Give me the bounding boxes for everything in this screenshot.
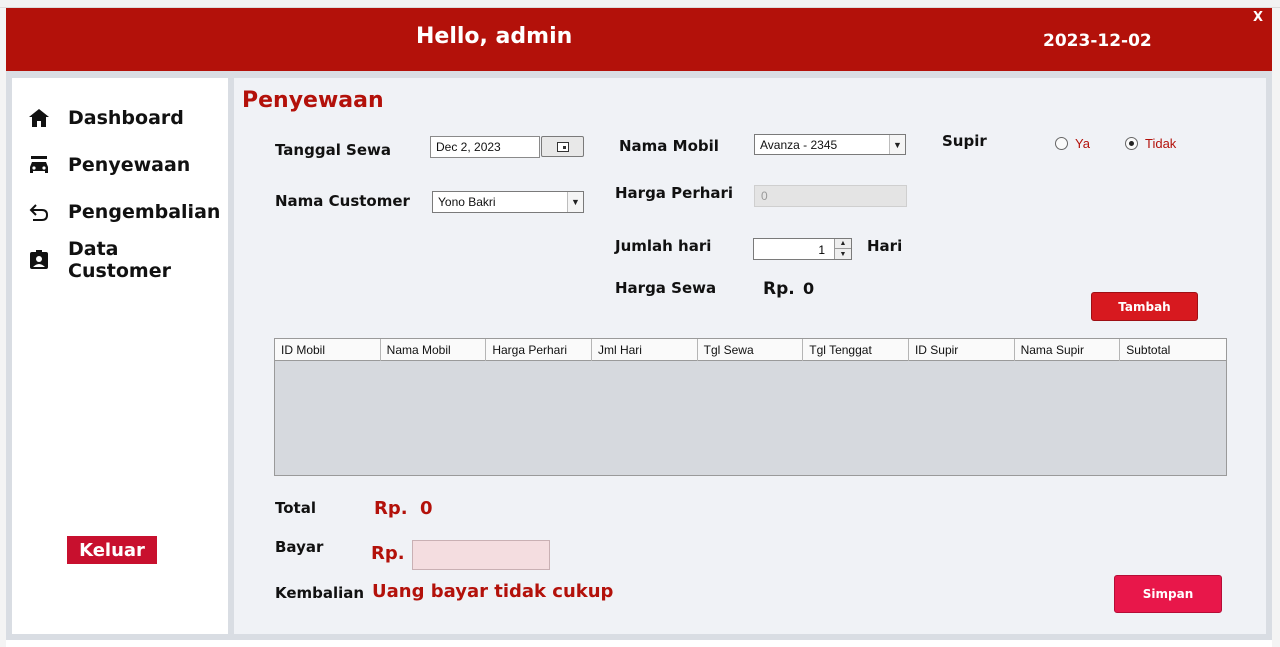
calendar-icon — [556, 137, 569, 156]
column-header-nama-supir[interactable]: Nama Supir — [1015, 339, 1121, 361]
column-header-id-supir[interactable]: ID Supir — [909, 339, 1015, 361]
logout-button[interactable]: Keluar — [67, 536, 157, 564]
current-date: 2023-12-02 — [1043, 31, 1152, 51]
home-icon — [26, 105, 52, 131]
column-header-subtotal[interactable]: Subtotal — [1120, 339, 1226, 361]
kembalian-label: Kembalian — [275, 584, 365, 602]
nama-mobil-label: Nama Mobil — [619, 137, 719, 155]
sidebar-item-label: Dashboard — [68, 107, 184, 129]
harga-sewa-label: Harga Sewa — [615, 279, 717, 297]
harga-perhari-label: Harga Perhari — [615, 184, 734, 202]
hari-unit-label: Hari — [867, 237, 903, 255]
spinner-up-icon[interactable]: ▲ — [835, 239, 851, 249]
nama-customer-select[interactable]: Yono Bakri ▼ — [432, 191, 584, 213]
page-title: Penyewaan — [242, 88, 384, 113]
nama-customer-value: Yono Bakri — [438, 195, 496, 209]
rental-app-window: Hello, admin 2023-12-02 X Dashboard Peny… — [6, 8, 1272, 640]
nama-customer-label: Nama Customer — [275, 192, 410, 210]
spinner-down-icon[interactable]: ▼ — [835, 249, 851, 259]
spinner-buttons: ▲ ▼ — [834, 239, 851, 259]
greeting-text: Hello, admin — [416, 24, 573, 49]
bayar-label: Bayar — [275, 538, 324, 556]
column-header-jml-hari[interactable]: Jml Hari — [592, 339, 698, 361]
sidebar-item-penyewaan[interactable]: Penyewaan — [12, 147, 228, 183]
harga-sewa-prefix: Rp. — [763, 279, 795, 299]
id-badge-icon — [26, 247, 52, 273]
sidebar-item-label: Penyewaan — [68, 154, 191, 176]
radio-unchecked-icon — [1055, 137, 1068, 150]
sidebar-item-label: Pengembalian — [68, 201, 221, 223]
total-label: Total — [275, 499, 316, 517]
nama-mobil-value: Avanza - 2345 — [760, 138, 838, 152]
column-header-nama-mobil[interactable]: Nama Mobil — [381, 339, 487, 361]
background-right-edge — [1272, 8, 1280, 647]
tanggal-sewa-input[interactable]: Dec 2, 2023 — [430, 136, 540, 158]
column-header-harga-perhari[interactable]: Harga Perhari — [486, 339, 592, 361]
calendar-button[interactable] — [541, 136, 584, 157]
sidebar-item-dashboard[interactable]: Dashboard — [12, 100, 228, 136]
main-panel: Penyewaan Tanggal Sewa Dec 2, 2023 Nama … — [234, 78, 1266, 634]
column-header-tgl-sewa[interactable]: Tgl Sewa — [698, 339, 804, 361]
simpan-button[interactable]: Simpan — [1114, 575, 1222, 613]
total-value: 0 — [420, 498, 433, 519]
kembalian-message: Uang bayar tidak cukup — [372, 581, 614, 602]
sidebar: Dashboard Penyewaan Pengembalian Data Cu… — [12, 78, 228, 634]
header-bar: Hello, admin 2023-12-02 X — [6, 8, 1272, 71]
return-arrow-icon — [26, 199, 52, 225]
tambah-button[interactable]: Tambah — [1091, 292, 1198, 321]
close-button[interactable]: X — [1253, 10, 1263, 25]
jumlah-hari-value: 1 — [818, 243, 825, 257]
column-header-tgl-tenggat[interactable]: Tgl Tenggat — [803, 339, 909, 361]
tanggal-sewa-label: Tanggal Sewa — [275, 141, 392, 159]
total-prefix: Rp. — [374, 498, 408, 519]
sidebar-item-label: Data Customer — [68, 238, 171, 282]
table-header: ID Mobil Nama Mobil Harga Perhari Jml Ha… — [275, 339, 1226, 361]
column-header-id-mobil[interactable]: ID Mobil — [275, 339, 381, 361]
jumlah-hari-spinner[interactable]: 1 ▲ ▼ — [753, 238, 852, 260]
sidebar-item-pengembalian[interactable]: Pengembalian — [12, 194, 228, 230]
jumlah-hari-label: Jumlah hari — [615, 237, 712, 255]
chevron-down-icon: ▼ — [889, 135, 905, 154]
sidebar-item-data-customer[interactable]: Data Customer — [12, 238, 228, 282]
nama-mobil-select[interactable]: Avanza - 2345 ▼ — [754, 134, 906, 155]
harga-perhari-field: 0 — [754, 185, 907, 207]
supir-tidak-radio[interactable]: Tidak — [1125, 136, 1176, 151]
harga-sewa-value: 0 — [803, 279, 815, 298]
car-icon — [26, 152, 52, 178]
bayar-prefix: Rp. — [371, 543, 405, 564]
supir-ya-label: Ya — [1075, 136, 1090, 151]
rental-items-table: ID Mobil Nama Mobil Harga Perhari Jml Ha… — [274, 338, 1227, 476]
supir-label: Supir — [942, 132, 987, 150]
background-toolbar-strip — [0, 0, 1280, 8]
supir-tidak-label: Tidak — [1145, 136, 1177, 151]
supir-ya-radio[interactable]: Ya — [1055, 136, 1090, 151]
chevron-down-icon: ▼ — [567, 192, 583, 212]
radio-checked-icon — [1125, 137, 1138, 150]
bayar-input[interactable] — [412, 540, 550, 570]
